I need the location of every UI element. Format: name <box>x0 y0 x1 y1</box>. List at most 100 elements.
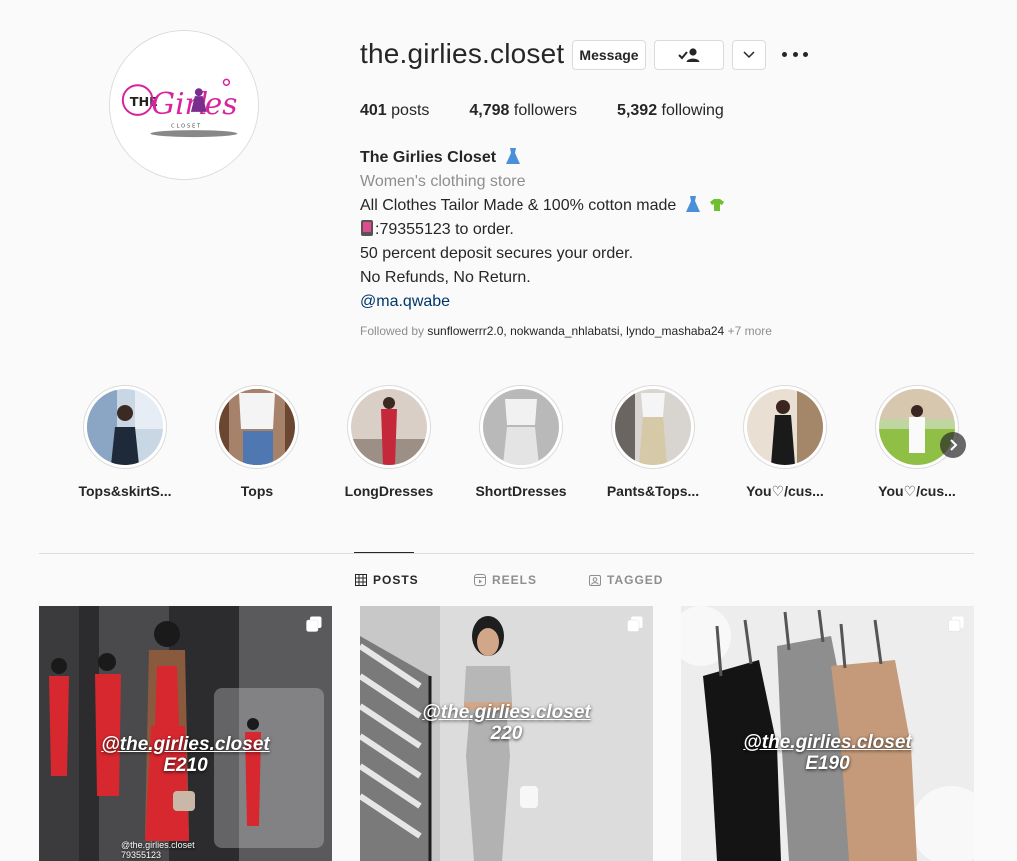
dress-icon <box>505 148 520 164</box>
post-watermark-phone: 79355123 <box>121 850 162 860</box>
carousel-icon <box>948 616 964 632</box>
tab-tagged[interactable]: TAGGED <box>589 573 663 587</box>
followed-names[interactable]: sunflowerrr2.0, nokwanda_nhlabatsi, lynd… <box>427 324 724 338</box>
posts-label: posts <box>391 102 430 119</box>
followers-link[interactable]: 4,798 followers <box>469 102 577 120</box>
highlight-image <box>483 389 559 465</box>
profile-username: the.girlies.closet <box>360 38 565 69</box>
highlight-label: You♡/cus... <box>746 483 824 499</box>
tab-posts-label: POSTS <box>373 573 419 587</box>
highlight-ring <box>347 385 431 469</box>
highlight-label: You♡/cus... <box>878 483 956 499</box>
highlight-ring <box>215 385 299 469</box>
highlight-item[interactable]: ShortDresses <box>466 385 576 499</box>
tshirt-icon <box>710 199 725 211</box>
post-caption: @the.girlies.closet 220 <box>360 702 653 744</box>
highlights-next-button[interactable] <box>940 432 966 458</box>
bio-name: The Girlies Closet <box>360 149 497 166</box>
profile-avatar[interactable]: THE Girl es CLOSET <box>109 30 259 180</box>
bio-mention-link[interactable]: @ma.qwabe <box>360 290 725 314</box>
post-tile[interactable]: @the.girlies.closet E210 @the.girlies.cl… <box>39 606 332 861</box>
carousel-icon <box>306 616 322 632</box>
following-label: following <box>661 102 724 119</box>
highlight-item[interactable]: You♡/cus... <box>730 385 840 500</box>
post-watermark-handle: @the.girlies.closet <box>121 840 195 850</box>
posts-number: 401 <box>360 102 387 119</box>
highlight-cover <box>351 389 427 465</box>
bio-category: Women's clothing store <box>360 173 526 190</box>
highlight-ring <box>479 385 563 469</box>
post-price: E190 <box>805 753 850 774</box>
person-check-icon <box>678 48 700 62</box>
highlight-image <box>615 389 691 465</box>
following-number: 5,392 <box>617 102 658 119</box>
post-handle: @the.girlies.closet <box>743 732 912 753</box>
highlight-label: ShortDresses <box>475 483 567 499</box>
highlight-item[interactable]: Tops <box>202 385 312 499</box>
highlight-ring <box>83 385 167 469</box>
post-price: 220 <box>490 723 523 744</box>
highlight-item[interactable]: LongDresses <box>334 385 444 499</box>
tab-tagged-label: TAGGED <box>607 573 664 587</box>
more-dot <box>792 51 798 57</box>
post-handle: @the.girlies.closet <box>422 702 591 723</box>
more-options-button[interactable] <box>782 44 808 64</box>
active-tab-indicator <box>354 552 414 553</box>
highlight-image <box>747 389 823 465</box>
bio-line-4: No Refunds, No Return. <box>360 269 531 286</box>
bio-line-2: :79355123 to order. <box>360 218 725 242</box>
following-link[interactable]: 5,392 following <box>617 102 724 120</box>
following-button[interactable] <box>654 40 724 70</box>
bio-line-2-text: :79355123 to order. <box>375 221 514 238</box>
tab-reels[interactable]: REELS <box>474 573 537 587</box>
bio-line-3: 50 percent deposit secures your order. <box>360 245 634 262</box>
highlight-cover <box>747 389 823 465</box>
suggested-dropdown-button[interactable] <box>732 40 766 70</box>
followed-by[interactable]: Followed by sunflowerrr2.0, nokwanda_nhl… <box>360 324 772 338</box>
chevron-down-icon <box>743 51 755 59</box>
svg-text:es: es <box>205 87 238 121</box>
girlies-closet-logo: THE Girl es CLOSET <box>110 31 258 179</box>
profile-stats: 401 posts 4,798 followers 5,392 followin… <box>360 102 764 120</box>
highlight-item[interactable]: Pants&Tops... <box>598 385 708 499</box>
post-handle: @the.girlies.closet <box>101 734 270 755</box>
bio-line-1: All Clothes Tailor Made & 100% cotton ma… <box>360 194 725 218</box>
carousel-icon <box>627 616 643 632</box>
tabs-divider <box>39 553 974 554</box>
followed-prefix: Followed by <box>360 324 425 338</box>
post-caption: @the.girlies.closet E190 <box>681 732 974 774</box>
followers-number: 4,798 <box>469 102 510 119</box>
post-caption: @the.girlies.closet E210 <box>39 734 332 776</box>
highlight-cover <box>483 389 559 465</box>
followers-label: followers <box>513 102 578 119</box>
post-price: E210 <box>163 755 208 776</box>
more-dot <box>803 51 808 57</box>
highlight-cover <box>615 389 691 465</box>
tab-posts[interactable]: POSTS <box>355 573 419 587</box>
highlight-label: Pants&Tops... <box>606 483 700 499</box>
message-button[interactable]: Message <box>572 40 646 70</box>
post-tile[interactable]: @the.girlies.closet 220 <box>360 606 653 861</box>
post-tile[interactable]: @the.girlies.closet E190 <box>681 606 974 861</box>
highlight-ring <box>743 385 827 469</box>
story-highlights: Tops&skirtS... Tops LongDresses ShortDre… <box>70 385 970 505</box>
tab-reels-label: REELS <box>492 573 538 587</box>
followed-more[interactable]: +7 more <box>728 324 772 338</box>
highlight-ring <box>611 385 695 469</box>
chevron-right-icon <box>950 439 958 451</box>
highlight-label: Tops&skirtS... <box>78 483 172 499</box>
grid-icon <box>355 574 367 586</box>
post-watermark: @the.girlies.closet 79355123 <box>121 840 195 860</box>
more-dot <box>782 51 787 57</box>
bio-line-1-text: All Clothes Tailor Made & 100% cotton ma… <box>360 197 677 214</box>
tagged-icon <box>589 575 601 586</box>
highlight-item[interactable]: Tops&skirtS... <box>70 385 180 499</box>
svg-text:CLOSET: CLOSET <box>171 124 202 130</box>
profile-bio: The Girlies Closet Women's clothing stor… <box>360 146 725 314</box>
phone-icon <box>361 220 373 236</box>
reels-icon <box>474 574 486 586</box>
bio-name-line: The Girlies Closet <box>360 146 725 170</box>
posts-count: 401 posts <box>360 102 429 120</box>
highlight-cover <box>219 389 295 465</box>
highlight-image <box>87 389 163 465</box>
